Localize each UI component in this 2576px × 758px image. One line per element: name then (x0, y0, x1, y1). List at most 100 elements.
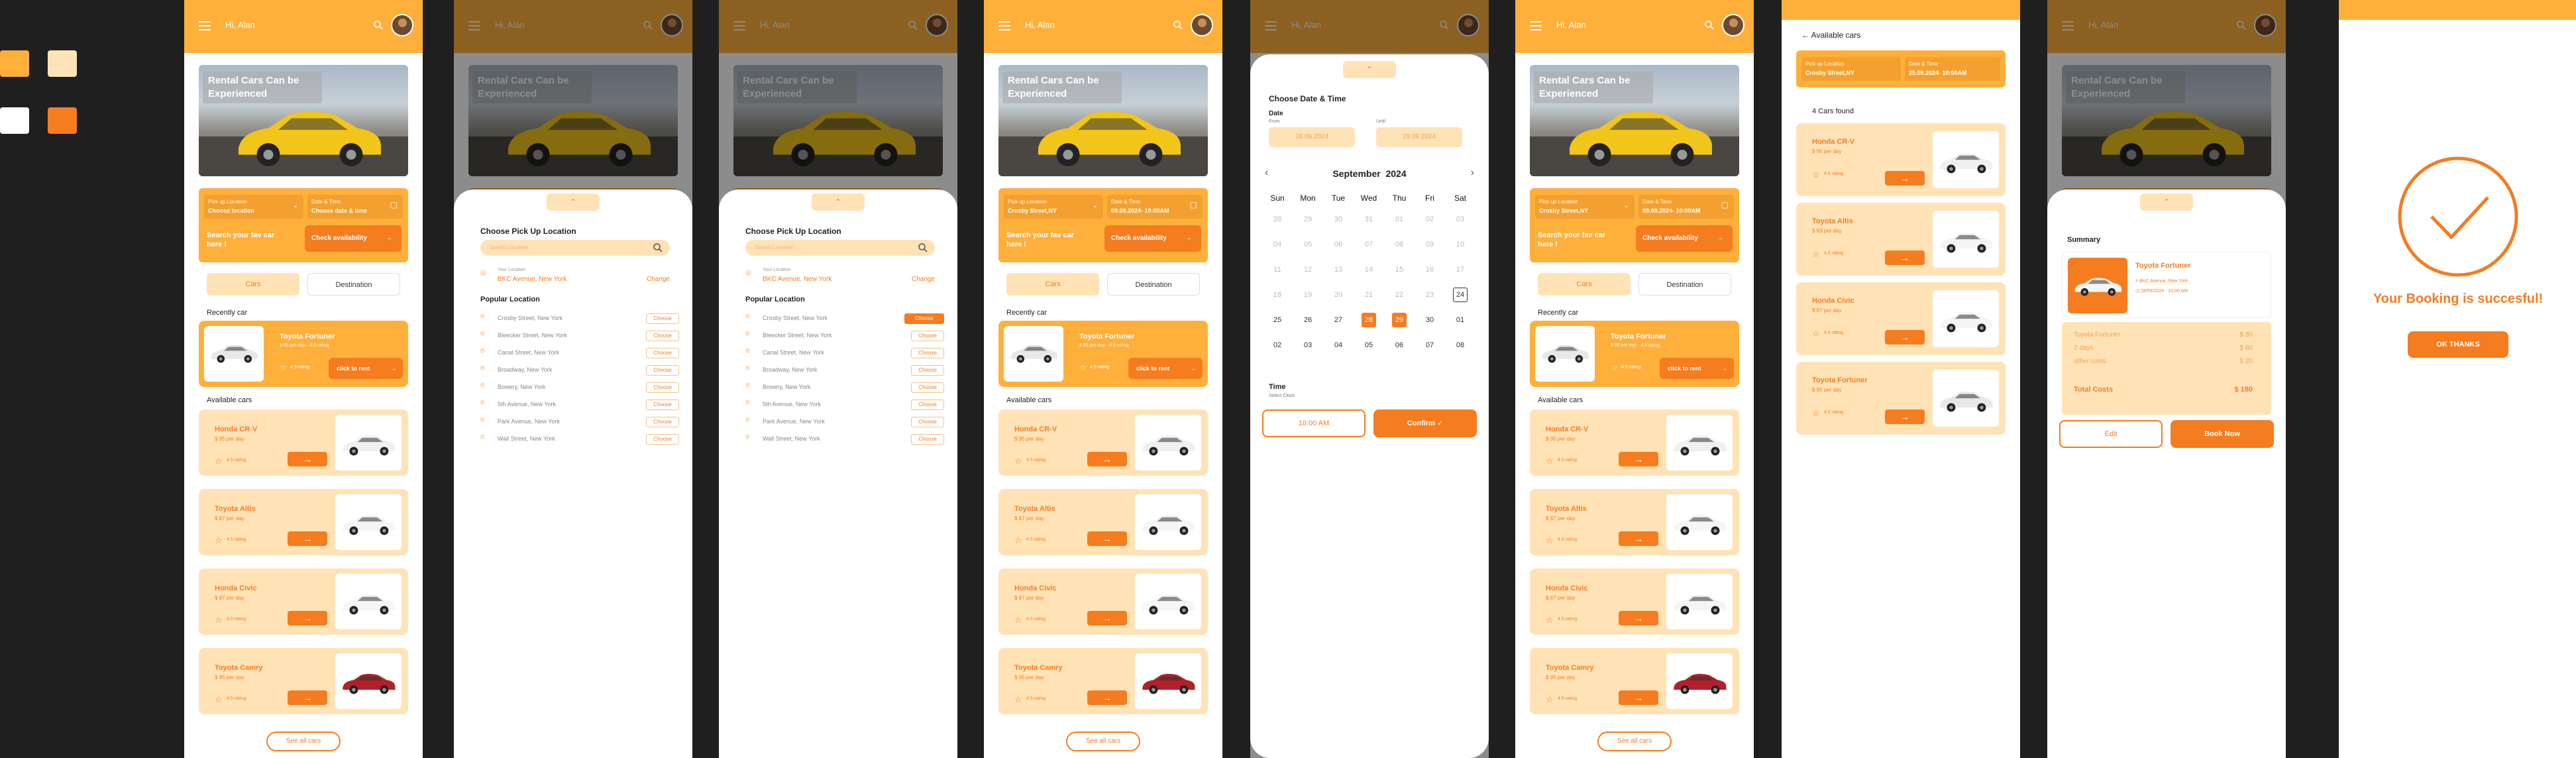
calendar-day[interactable]: 28 (1354, 307, 1384, 333)
calendar-day[interactable]: 09 (1415, 232, 1445, 257)
arrow-button[interactable]: → (1885, 250, 1925, 265)
arrow-button[interactable]: → (1087, 690, 1127, 705)
list-item[interactable]: Toyota Altis $ 87 per day ☆ 4.5 rating → (199, 489, 408, 555)
time-picker[interactable]: 10:00 AM (1262, 409, 1366, 437)
arrow-button[interactable]: → (1619, 531, 1658, 546)
star-icon[interactable]: ☆ (1546, 535, 1554, 546)
date-field[interactable]: Date & Time 25.09.2024- 10:00AM (1905, 57, 2000, 81)
click-to-rent-button[interactable]: click to rent→ (1128, 358, 1203, 379)
arrow-button[interactable]: → (288, 452, 327, 466)
confirm-button[interactable]: Confirm ✓ (1373, 409, 1477, 437)
location-search-input[interactable]: Search Location (745, 240, 935, 256)
location-row[interactable]: ⌾ 5th Avenue, New York Choose (480, 399, 679, 411)
choose-button[interactable]: Choose (911, 417, 944, 427)
list-item[interactable]: Honda Civic $ 87 per day ☆ 4.5 rating → (199, 568, 408, 635)
arrow-button[interactable]: → (1885, 171, 1925, 186)
calendar-day[interactable]: 17 (1445, 257, 1476, 282)
tab-destination[interactable]: Destination (1107, 273, 1200, 296)
tab-cars[interactable]: Cars (207, 273, 299, 296)
click-to-rent-button[interactable]: click to rent→ (1660, 358, 1734, 379)
star-icon[interactable]: ☆ (1546, 694, 1554, 705)
calendar-day[interactable]: 03 (1293, 333, 1323, 358)
choose-button[interactable]: Choose (911, 331, 944, 341)
location-row[interactable]: ⌾ Crosby Street, New York Choose (745, 313, 944, 325)
change-link[interactable]: Change (647, 276, 670, 283)
arrow-button[interactable]: → (1087, 611, 1127, 625)
until-date-field[interactable]: 29.09.2024 (1376, 127, 1462, 147)
star-icon[interactable]: ☆ (215, 615, 223, 625)
calendar-day[interactable]: 10 (1445, 232, 1476, 257)
calendar-day[interactable]: 03 (1445, 207, 1476, 232)
pickup-field[interactable]: Pick up LocationChoose location⌄ (204, 195, 303, 219)
calendar-day[interactable]: 29 (1384, 307, 1415, 333)
date-field[interactable]: Date & Time09.09.2024- 10:00AM▢ (1107, 195, 1203, 219)
list-item[interactable]: Honda CR-V $ 95 per day ☆ 4.5 rating → (199, 409, 408, 476)
calendar-day[interactable]: 24 (1445, 282, 1476, 307)
edit-button[interactable]: Edit (2059, 420, 2163, 448)
calendar-day[interactable]: 27 (1323, 307, 1354, 333)
calendar-day[interactable]: 14 (1354, 257, 1384, 282)
location-row[interactable]: ⌾ Park Avenue, New York Choose (745, 416, 944, 428)
calendar-day[interactable]: 12 (1293, 257, 1323, 282)
change-link[interactable]: Change (912, 276, 935, 283)
star-icon[interactable]: ☆ (215, 535, 223, 546)
menu-icon[interactable] (998, 21, 1010, 30)
search-icon[interactable] (1704, 20, 1715, 30)
tab-cars[interactable]: Cars (1006, 273, 1099, 296)
list-item[interactable]: Honda CR-V $ 95 per day ☆ 4.5 rating → (1530, 409, 1739, 476)
calendar-day[interactable]: 01 (1445, 307, 1476, 333)
pickup-field[interactable]: Pick up LocationCrosby Street,NY⌄ (1004, 195, 1103, 219)
search-icon[interactable] (1173, 20, 1183, 30)
location-row[interactable]: ⌾ Bowery, New York Choose (480, 382, 679, 394)
calendar-day[interactable]: 26 (1293, 307, 1323, 333)
arrow-button[interactable]: → (1885, 409, 1925, 424)
calendar-day[interactable]: 06 (1384, 333, 1415, 358)
location-row[interactable]: ⌾ Crosby Street, New York Choose (480, 313, 679, 325)
click-to-rent-button[interactable]: click to rent→ (329, 358, 403, 379)
search-icon[interactable] (653, 243, 663, 253)
tab-destination[interactable]: Destination (1638, 273, 1731, 296)
choose-button[interactable]: Choose (911, 400, 944, 410)
arrow-button[interactable]: → (1619, 690, 1658, 705)
choose-button[interactable]: Choose (646, 434, 679, 445)
arrow-button[interactable]: → (1087, 452, 1127, 466)
list-item[interactable]: Honda Civic $ 87 per day ☆ 4.5 rating → (1796, 282, 2006, 355)
check-availability-button[interactable]: Check availability→ (305, 225, 402, 252)
see-all-button[interactable]: See all cars (1066, 731, 1140, 751)
arrow-button[interactable]: → (1087, 531, 1127, 546)
calendar-day[interactable]: 30 (1415, 307, 1445, 333)
menu-icon[interactable] (199, 21, 211, 30)
calendar-day[interactable]: 31 (1354, 207, 1384, 232)
calendar-day[interactable]: 08 (1445, 333, 1476, 358)
arrow-button[interactable]: → (1619, 452, 1658, 466)
see-all-button[interactable]: See all cars (266, 731, 341, 751)
calendar-day[interactable]: 01 (1384, 207, 1415, 232)
calendar-day[interactable]: 08 (1384, 232, 1415, 257)
from-date-field[interactable]: 28.09.2024 (1269, 127, 1355, 147)
location-row[interactable]: ⌾ Wall Street, New York Choose (745, 433, 944, 445)
check-availability-button[interactable]: Check availability→ (1104, 225, 1201, 252)
menu-icon[interactable] (1530, 21, 1542, 30)
star-icon[interactable]: ☆ (1014, 456, 1022, 466)
arrow-button[interactable]: → (288, 690, 327, 705)
arrow-button[interactable]: → (288, 611, 327, 625)
see-all-button[interactable]: See all cars (1597, 731, 1672, 751)
avatar[interactable] (1722, 14, 1744, 36)
choose-button[interactable]: Choose (646, 331, 679, 341)
list-item[interactable]: Toyota Altis $ 87 per day ☆ 4.5 rating → (998, 489, 1208, 555)
list-item[interactable]: Toyota Camry $ 95 per day ☆ 4.5 rating → (199, 648, 408, 714)
calendar-day[interactable]: 28 (1262, 207, 1293, 232)
choose-button[interactable]: Choose (904, 313, 944, 324)
location-row[interactable]: ⌾ Canal Street, New York Choose (745, 347, 944, 359)
date-field[interactable]: Date & TimeChoose date & time▢ (307, 195, 403, 219)
star-icon[interactable]: ☆ (215, 456, 223, 466)
location-row[interactable]: ⌾ Park Avenue, New York Choose (480, 416, 679, 428)
choose-button[interactable]: Choose (646, 365, 679, 376)
location-row[interactable]: ⌾ 5th Avenue, New York Choose (745, 399, 944, 411)
calendar-day[interactable]: 07 (1415, 333, 1445, 358)
back-button[interactable]: ← Available cars (1801, 30, 1860, 40)
choose-button[interactable]: Choose (646, 417, 679, 427)
location-search-input[interactable]: Search Location (480, 240, 670, 256)
star-icon[interactable]: ☆ (1014, 694, 1022, 705)
location-row[interactable]: ⌾ Bleecker Street, New York Choose (480, 330, 679, 342)
